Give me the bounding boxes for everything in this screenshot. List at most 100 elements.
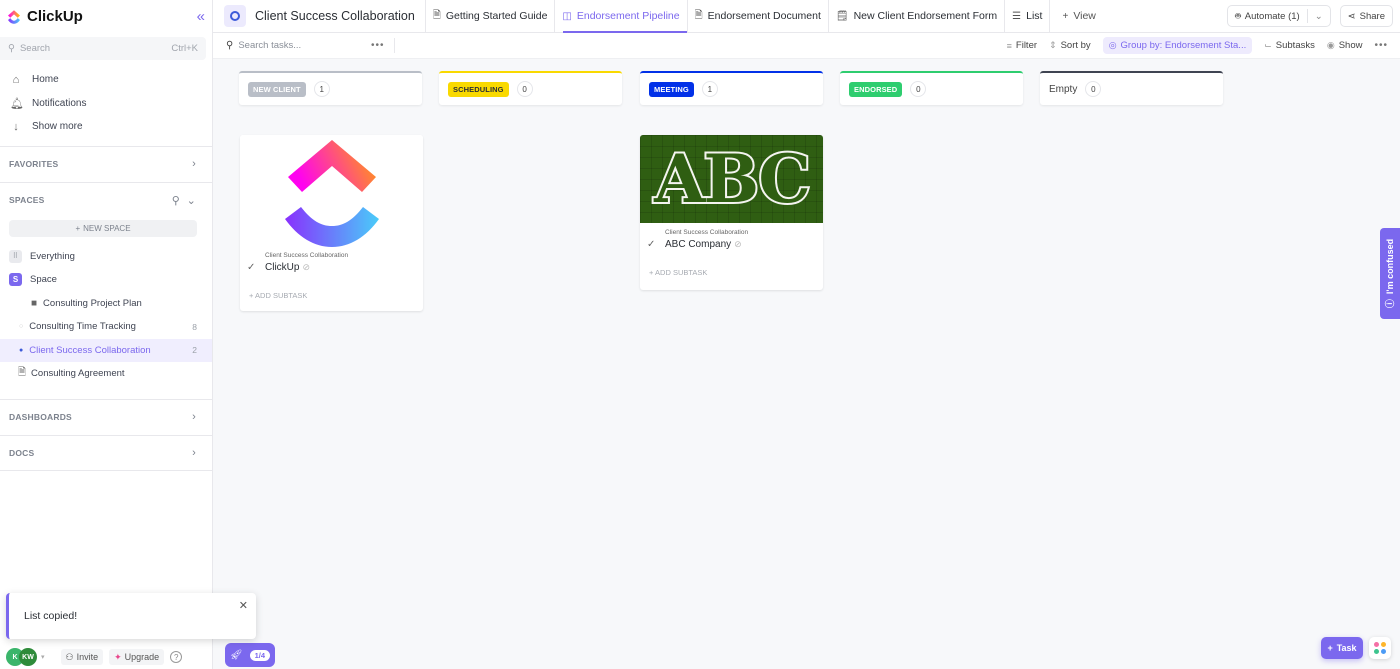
nav-show-more[interactable]: ↓ Show more [0,115,212,139]
grid-icon: ⠿ [9,249,22,263]
chevron-down-icon[interactable]: ⌄ [1315,11,1323,22]
board-toolbar: ⚲ Search tasks... ••• ≡ Filter ⇕ Sort by ◎… [213,33,1400,59]
add-subtask-button[interactable]: + ADD SUBTASK [240,291,423,300]
column-header-meeting[interactable]: MEETING 1 [640,71,823,105]
share-button[interactable]: ⋖ Share [1339,5,1393,27]
chevron-right-icon: › [192,411,196,423]
im-confused-button[interactable]: ⓘ I'm confused [1380,228,1400,319]
board: NEW CLIENT 1 SCHEDULING 0 MEETING 1 ENDO… [213,59,1400,669]
status-pill: ENDORSED [849,81,903,97]
status-pill: SCHEDULING [448,81,509,97]
task-search-placeholder: Search tasks... [238,40,302,51]
group-by-label: Group by: Endorsement Sta... [1120,40,1247,51]
card-title-text[interactable]: ClickUp [265,262,299,273]
status-pill: MEETING [649,81,694,97]
sidebar-item-consulting-project-plan[interactable]: ■ Consulting Project Plan [0,292,212,316]
sidebar-item-consulting-agreement[interactable]: 🗎︎ Consulting Agreement [0,362,212,386]
dashboards-section[interactable]: DASHBOARDS › [0,398,212,435]
nav-notifications[interactable]: 🔔︎ Notifications [0,92,212,116]
tab-endorsement-pipeline[interactable]: ◫ Endorsement Pipeline [554,0,687,33]
more-options-icon[interactable]: ••• [371,40,385,51]
chevron-right-icon: › [192,158,196,170]
spaces-section[interactable]: SPACES ⚲ ⌄ [0,181,212,218]
tab-list[interactable]: ☰ List [1004,0,1049,33]
help-icon[interactable]: ? [170,651,183,663]
list-title[interactable]: Client Success Collaboration [213,0,425,33]
task-card-abc-company[interactable]: ABC ✓ Client Success Collaboration ABC C… [640,135,823,290]
tree-item-label: Client Success Collaboration [29,344,151,356]
search-icon: ⚲ [8,43,15,54]
nav-home-label: Home [32,74,59,86]
column-header-new-client[interactable]: NEW CLIENT 1 [239,71,422,105]
sidebar-item-space[interactable]: S Space [0,268,212,292]
tab-endorsement-document[interactable]: 🗎︎ Endorsement Document [686,0,828,33]
clickup-logo[interactable]: ClickUp [5,8,83,26]
group-by-button[interactable]: ◎ Group by: Endorsement Sta... [1102,37,1253,54]
card-list-name: Client Success Collaboration [265,252,349,259]
chevron-right-icon: › [192,446,196,459]
add-subtask-button[interactable]: + ADD SUBTASK [640,268,823,277]
board-icon: ◫ [562,10,572,22]
overflow-menu-icon[interactable]: ••• [1374,40,1388,51]
check-icon[interactable]: ✓ [247,262,255,273]
column-header-scheduling[interactable]: SCHEDULING 0 [439,71,622,105]
new-task-button[interactable]: + Task [1321,637,1363,659]
clickup-logo-image [284,139,379,247]
invite-button[interactable]: ⚇ Invite [60,649,104,665]
collapse-sidebar-icon[interactable]: « [197,8,206,25]
automate-button[interactable]: 🤖︎ Automate (1) ⌄ [1227,5,1331,27]
onboarding-progress: 1/4 [249,649,271,661]
column-header-empty[interactable]: Empty 0 [1040,71,1223,105]
sidebar: ClickUp « ⚲ Search Ctrl+K ⌂ Home 🔔︎ Notif… [0,0,213,669]
check-icon[interactable]: ✓ [647,239,655,250]
sort-button[interactable]: ⇕ Sort by [1049,40,1091,51]
task-search-input[interactable]: ⚲ Search tasks... [226,40,371,51]
tab-label: Endorsement Document [707,10,821,22]
tab-new-client-endorsement-form[interactable]: 🗒︎ New Client Endorsement Form [827,0,1004,33]
docs-label: DOCS [9,447,35,458]
upgrade-button[interactable]: ✦ Upgrade [109,649,165,665]
tree-item-label: Consulting Time Tracking [29,321,136,333]
list-title-text: Client Success Collaboration [255,9,415,23]
card-title-text[interactable]: ABC Company [665,239,731,250]
new-space-button[interactable]: + NEW SPACE [9,219,197,237]
dashboards-label: DASHBOARDS [9,412,72,422]
everything-label: Everything [30,250,75,262]
user-avatars[interactable]: K KW ▾ [6,648,45,666]
filter-button[interactable]: ≡ Filter [1007,40,1037,51]
show-button[interactable]: ◉ Show [1327,40,1363,51]
subtasks-icon: ⌙ [1264,40,1272,50]
favorites-section[interactable]: FAVORITES › [0,145,212,182]
search-icon: ⚲ [226,40,234,51]
space-label: Space [30,274,57,286]
onboarding-checklist-button[interactable]: 🚀︎ 1/4 [225,643,275,667]
subtasks-button[interactable]: ⌙ Subtasks [1264,40,1315,51]
add-view-button[interactable]: + View [1049,0,1102,33]
tab-getting-started-guide[interactable]: 🗎︎ Getting Started Guide [424,0,555,33]
tab-label: New Client Endorsement Form [853,10,998,22]
toast-message: List copied! [24,610,78,622]
search-icon[interactable]: ⚲ [172,195,180,207]
chevron-down-icon[interactable]: ⌄ [187,195,196,207]
sidebar-item-consulting-time-tracking[interactable]: ○ Consulting Time Tracking 8 [0,315,212,339]
close-icon[interactable]: ✕ [239,599,248,612]
column-count: 1 [313,81,330,97]
nav-home[interactable]: ⌂ Home [0,68,212,92]
spaces-actions: ⚲ ⌄ [172,194,196,207]
new-task-label: Task [1336,643,1357,653]
share-icon: ⋖ [1347,10,1356,22]
sidebar-search[interactable]: ⚲ Search Ctrl+K [0,37,206,60]
nav-show-more-label: Show more [32,121,83,133]
apps-icon[interactable] [1369,637,1391,659]
task-card-clickup[interactable]: ✓ Client Success Collaboration ClickUp ⊘… [240,135,423,311]
invite-label: Invite [76,652,99,662]
sidebar-item-everything[interactable]: ⠿ Everything [0,245,212,269]
plus-icon: + [1327,643,1333,653]
avatar: KW [19,648,37,666]
column-header-endorsed[interactable]: ENDORSED 0 [840,71,1023,105]
column-label: Empty [1049,83,1078,95]
sidebar-item-client-success-collaboration[interactable]: ● Client Success Collaboration 2 [0,338,212,362]
docs-section[interactable]: DOCS › [0,434,212,471]
show-label: Show [1338,40,1363,51]
card-body: ✓ Client Success Collaboration ABC Compa… [640,223,823,250]
